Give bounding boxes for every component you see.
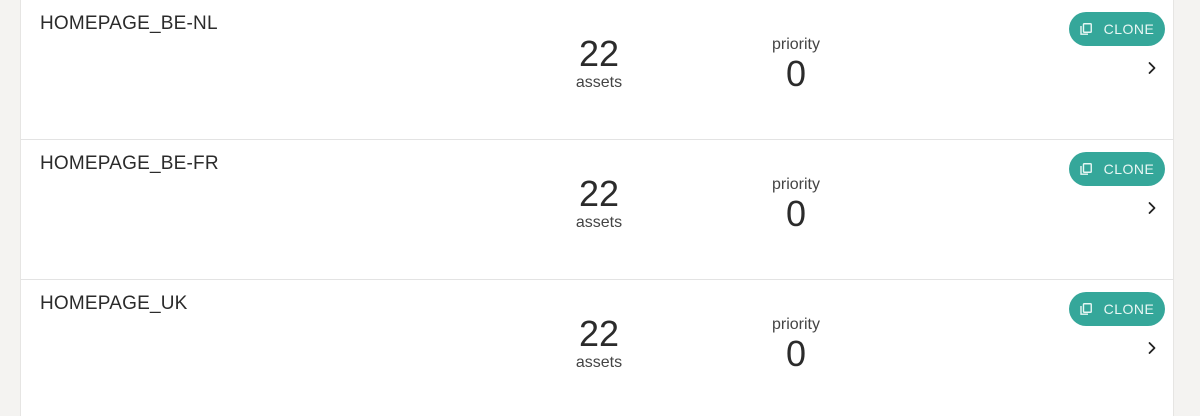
assets-stat: 22 assets [559,174,639,232]
list-item[interactable]: HOMEPAGE_BE-NL 22 assets priority 0 CLON… [21,0,1173,140]
assets-label: assets [575,354,623,371]
chevron-right-icon[interactable] [1145,200,1159,216]
item-name: HOMEPAGE_UK [40,293,188,314]
assets-label: assets [575,214,623,231]
assets-count: 22 [578,313,620,354]
priority-value: 0 [785,53,807,94]
chevron-right-icon[interactable] [1145,60,1159,76]
list-item[interactable]: HOMEPAGE_UK 22 assets priority 0 CLONE [21,280,1173,416]
priority-label: priority [771,316,820,333]
assets-label: assets [575,74,623,91]
campaign-list: HOMEPAGE_BE-NL 22 assets priority 0 CLON… [20,0,1174,416]
priority-value: 0 [785,333,807,374]
clone-button[interactable]: CLONE [1069,12,1165,46]
clone-button[interactable]: CLONE [1069,292,1165,326]
list-item[interactable]: HOMEPAGE_BE-FR 22 assets priority 0 CLON… [21,140,1173,280]
clone-button[interactable]: CLONE [1069,152,1165,186]
copy-icon [1079,303,1092,315]
copy-icon [1079,163,1092,175]
priority-stat: priority 0 [756,176,836,234]
item-name: HOMEPAGE_BE-FR [40,153,219,174]
priority-label: priority [771,176,820,193]
clone-label: CLONE [1103,161,1155,177]
item-name: HOMEPAGE_BE-NL [40,13,218,34]
clone-label: CLONE [1103,301,1155,317]
copy-icon [1079,23,1092,35]
assets-count: 22 [578,33,620,74]
assets-stat: 22 assets [559,34,639,92]
priority-label: priority [771,36,820,53]
clone-label: CLONE [1103,21,1155,37]
assets-count: 22 [578,173,620,214]
assets-stat: 22 assets [559,314,639,372]
priority-value: 0 [785,193,807,234]
priority-stat: priority 0 [756,316,836,374]
chevron-right-icon[interactable] [1145,340,1159,356]
priority-stat: priority 0 [756,36,836,94]
